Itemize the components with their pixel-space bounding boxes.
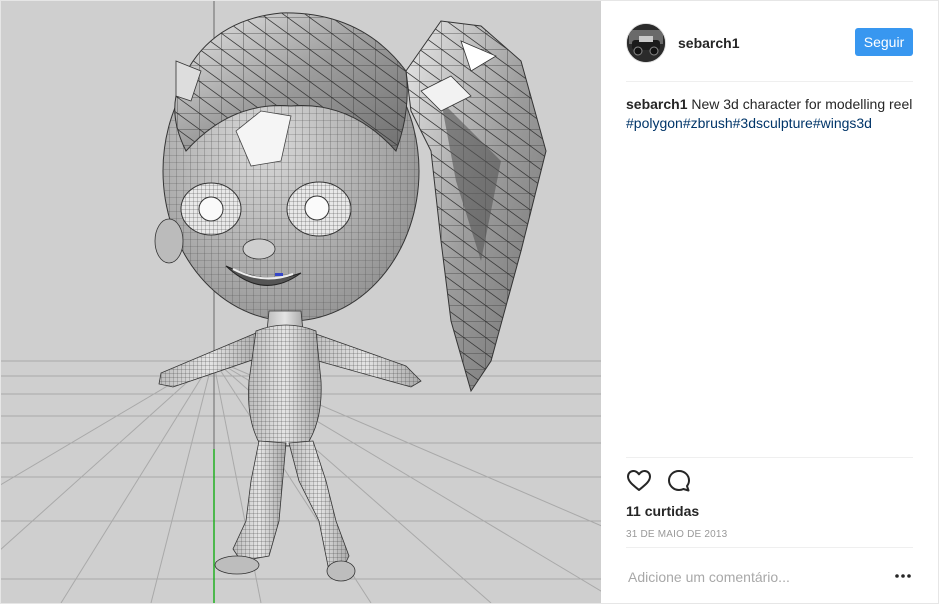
- add-comment-row: [626, 547, 913, 604]
- post-header: sebarch1 Seguir: [626, 19, 913, 82]
- hashtag-link[interactable]: #polygon: [626, 115, 683, 131]
- post-media[interactable]: [1, 1, 601, 603]
- comment-input[interactable]: [626, 566, 890, 588]
- heart-outline-icon: [627, 470, 651, 491]
- comment-button[interactable]: [666, 468, 694, 496]
- follow-button[interactable]: Seguir: [855, 28, 913, 56]
- speech-bubble-icon: [668, 470, 690, 492]
- ellipsis-icon: [895, 574, 911, 578]
- body: [158, 310, 422, 582]
- ponytail: [405, 20, 547, 393]
- caption-text: New 3d character for modelling reel: [687, 96, 913, 112]
- post-sidebar: sebarch1 Seguir sebarch1 New 3d characte…: [602, 1, 938, 603]
- instagram-post: sebarch1 Seguir sebarch1 New 3d characte…: [0, 0, 939, 604]
- post-actions: 11 curtidas 31 DE MAIO DE 2013: [626, 457, 913, 548]
- avatar-image: [627, 24, 665, 62]
- hashtag-link[interactable]: #3dsculpture: [733, 115, 813, 131]
- hashtag-link[interactable]: #zbrush: [683, 115, 733, 131]
- more-options-button[interactable]: [893, 568, 913, 584]
- caption-username[interactable]: sebarch1: [626, 96, 687, 112]
- author-username[interactable]: sebarch1: [678, 35, 739, 51]
- post-caption: sebarch1 New 3d character for modelling …: [626, 95, 913, 133]
- post-image-3d-character: [1, 1, 601, 603]
- post-date[interactable]: 31 DE MAIO DE 2013: [626, 529, 727, 540]
- like-button[interactable]: [626, 468, 654, 496]
- likes-count[interactable]: 11 curtidas: [626, 503, 699, 519]
- hashtag-link[interactable]: #wings3d: [813, 115, 872, 131]
- avatar[interactable]: [626, 23, 666, 63]
